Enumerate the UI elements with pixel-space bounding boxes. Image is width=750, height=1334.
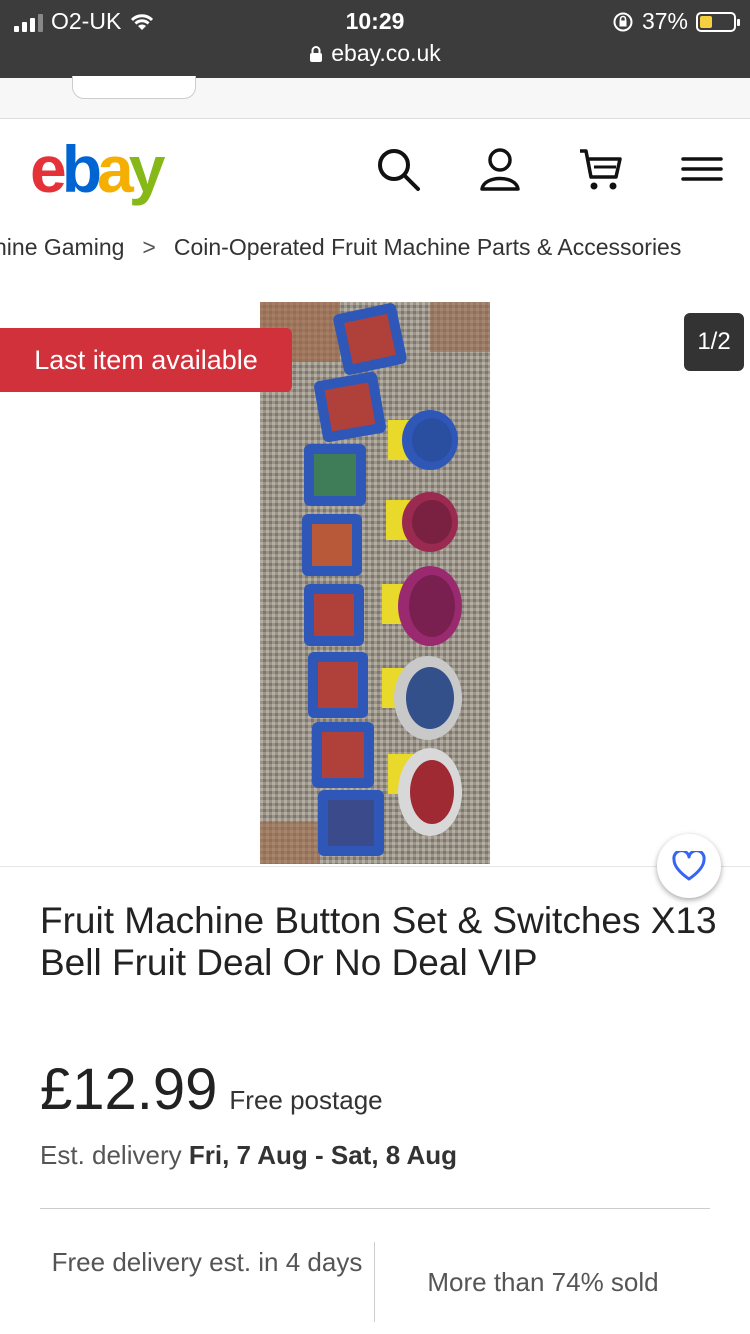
ebay-logo[interactable]: ebay bbox=[30, 131, 165, 207]
browser-tab[interactable] bbox=[72, 76, 196, 99]
product-photo[interactable] bbox=[260, 302, 490, 864]
browser-tab-strip bbox=[0, 76, 750, 119]
delivery-estimate: Est. delivery Fri, 7 Aug - Sat, 8 Aug bbox=[40, 1140, 457, 1171]
menu-icon[interactable] bbox=[678, 145, 726, 193]
breadcrumb: hine Gaming > Coin-Operated Fruit Machin… bbox=[0, 234, 681, 261]
cart-icon[interactable] bbox=[576, 145, 624, 193]
user-icon[interactable] bbox=[476, 145, 524, 193]
breadcrumb-item[interactable]: hine Gaming bbox=[0, 234, 124, 261]
highlight-sold: More than 74% sold bbox=[427, 1266, 659, 1297]
battery-icon bbox=[696, 11, 740, 32]
watch-button[interactable] bbox=[657, 834, 721, 898]
highlight-delivery: Free delivery est. in 4 days bbox=[51, 1247, 363, 1277]
image-counter: 1/2 bbox=[684, 313, 744, 371]
status-bar: O2-UK 10:29 37% ebay.co.uk bbox=[0, 0, 750, 78]
heart-icon bbox=[672, 851, 706, 881]
lock-icon bbox=[310, 45, 323, 62]
battery-percent: 37% bbox=[641, 8, 688, 34]
delivery-prefix: Est. delivery bbox=[40, 1140, 182, 1170]
breadcrumb-item[interactable]: Coin-Operated Fruit Machine Parts & Acce… bbox=[174, 234, 681, 261]
orientation-lock-icon bbox=[613, 12, 633, 31]
postage-label: Free postage bbox=[229, 1085, 383, 1115]
highlight-divider bbox=[374, 1242, 375, 1322]
price-row: £12.99 Free postage bbox=[40, 1056, 383, 1123]
url-bar[interactable]: ebay.co.uk bbox=[0, 40, 750, 67]
site-header: ebay bbox=[0, 119, 750, 219]
search-icon[interactable] bbox=[374, 145, 422, 193]
price: £12.99 bbox=[40, 1057, 218, 1122]
divider bbox=[40, 1208, 710, 1209]
last-item-badge: Last item available bbox=[0, 328, 292, 392]
chevron-right-icon: > bbox=[142, 234, 156, 260]
url-text: ebay.co.uk bbox=[331, 40, 441, 66]
delivery-dates: Fri, 7 Aug - Sat, 8 Aug bbox=[188, 1140, 458, 1170]
status-right: 37% bbox=[612, 8, 740, 35]
product-title: Fruit Machine Button Set & Switches X13 … bbox=[40, 900, 717, 983]
